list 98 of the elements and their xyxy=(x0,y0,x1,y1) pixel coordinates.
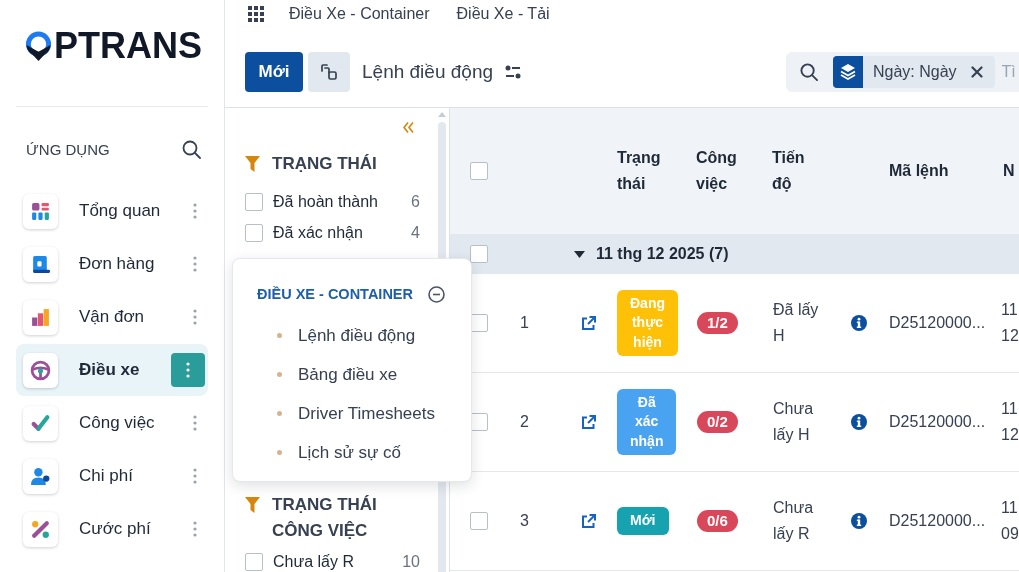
group-label: 11 thg 12 2025 (7) xyxy=(596,245,729,263)
filter-label[interactable]: Đã xác nhận xyxy=(273,223,412,242)
search-icon[interactable] xyxy=(182,139,201,159)
sliders-icon[interactable] xyxy=(505,64,521,80)
apps-grid-icon[interactable] xyxy=(248,6,264,22)
table-cell-text: Chưa lấy H xyxy=(773,399,815,445)
search-icon[interactable] xyxy=(800,63,818,81)
group-row[interactable]: 11 thg 12 2025 (7) xyxy=(450,234,1019,274)
status-badge: Mới xyxy=(617,507,669,535)
filter-group-title: TRẠNG THÁI CÔNG VIỆC xyxy=(272,494,378,542)
toggle-button[interactable] xyxy=(308,52,350,92)
close-icon xyxy=(970,66,983,78)
kebab-icon xyxy=(186,362,190,378)
blocks-icon xyxy=(23,193,58,229)
menu-item[interactable]: Lịch sử sự cố xyxy=(257,433,445,472)
table-cell: D25120000... xyxy=(889,314,986,331)
row-number: 1 xyxy=(520,314,529,331)
menu-section-title: ĐIỀU XE - CONTAINER xyxy=(257,286,414,302)
scroll-up-icon[interactable] xyxy=(438,112,446,117)
info-icon[interactable] xyxy=(851,513,867,529)
checkbox[interactable] xyxy=(470,512,488,530)
filter-count: 6 xyxy=(411,192,420,211)
sidebar-item[interactable]: Chi phí xyxy=(16,450,208,502)
checkbox[interactable] xyxy=(470,245,488,263)
checkbox[interactable] xyxy=(245,223,263,242)
task-count-badge: 0/2 xyxy=(697,411,738,433)
bullet-dot-icon xyxy=(277,450,282,455)
row-number: 3 xyxy=(520,512,529,529)
filter-group-title: TRẠNG THÁI xyxy=(272,153,377,175)
new-button[interactable]: Mới xyxy=(245,52,303,92)
apps-heading: ỨNG DỤNG xyxy=(26,140,110,158)
kebab-icon xyxy=(193,309,197,325)
info-icon[interactable] xyxy=(851,414,867,430)
column-header[interactable]: Công việc xyxy=(690,145,746,197)
menu-item[interactable]: Bảng điều xe xyxy=(257,355,445,394)
menu-item[interactable]: Lệnh điều động xyxy=(257,316,445,355)
nav-link[interactable]: Điều Xe - Tải xyxy=(456,5,550,23)
page-title: Lệnh điều động xyxy=(362,61,493,83)
menu-item[interactable]: Driver Timesheets xyxy=(257,394,445,433)
layers-icon xyxy=(833,56,863,88)
checkbox[interactable] xyxy=(470,162,488,180)
sidebar-item[interactable]: Tổng quan xyxy=(16,185,208,237)
table-cell: D25120000... xyxy=(889,512,986,529)
table-cell: D25120000... xyxy=(889,413,986,430)
nav-link[interactable]: Điều Xe - Container xyxy=(289,5,430,23)
column-header[interactable]: N xyxy=(1000,158,1019,184)
checkbox[interactable] xyxy=(245,552,263,571)
external-link-icon[interactable] xyxy=(580,512,597,530)
column-header[interactable]: Mã lệnh xyxy=(880,158,1000,184)
task-count-badge: 0/6 xyxy=(697,510,738,532)
status-badge: Đã xác nhận xyxy=(617,388,677,456)
steering-wheel-icon xyxy=(23,352,58,388)
funnel-icon xyxy=(245,497,260,513)
table-cell-text: Chưa lấy R xyxy=(773,498,815,544)
percent-icon xyxy=(23,511,58,547)
double-chevron-left-icon[interactable] xyxy=(403,121,414,134)
status-badge: Đang thực hiện xyxy=(617,289,678,357)
kebab-icon xyxy=(193,203,197,219)
column-header[interactable]: Tiến độ xyxy=(765,145,822,197)
sidebar-item[interactable]: Cước phí xyxy=(16,503,208,555)
sidebar-item[interactable]: Điều xe xyxy=(16,344,208,396)
table-cell-text: Đã lấy H xyxy=(773,300,820,346)
checkbox[interactable] xyxy=(245,192,263,211)
search-input[interactable]: Tì xyxy=(1001,63,1019,81)
sidebar-item[interactable]: Công việc xyxy=(16,397,208,449)
minus-circle-icon[interactable] xyxy=(428,285,445,303)
kebab-icon xyxy=(193,256,197,272)
more-button[interactable] xyxy=(171,353,205,387)
bullet-dot-icon xyxy=(277,333,282,338)
table-cell-text: 11 09 xyxy=(1000,498,1019,544)
filter-count: 10 xyxy=(402,552,420,571)
facet-label: Ngày: Ngày xyxy=(872,63,957,81)
sidebar-item[interactable]: Vận đơn xyxy=(16,291,208,343)
sidebar-item[interactable]: Đơn hàng xyxy=(16,238,208,290)
filter-count: 4 xyxy=(411,223,420,242)
row-number: 2 xyxy=(520,413,529,430)
filter-label[interactable]: Chưa lấy R xyxy=(273,552,403,571)
kebab-icon xyxy=(193,468,197,484)
filter-label[interactable]: Đã hoàn thành xyxy=(273,192,412,211)
column-header[interactable]: Trạng thái xyxy=(610,145,667,197)
kebab-icon xyxy=(193,521,197,537)
document-icon xyxy=(23,246,58,282)
table-cell-text: 11 12 xyxy=(1000,399,1019,445)
person-icon xyxy=(23,458,58,494)
table-cell-text: 11 12 xyxy=(1000,300,1019,346)
bar-chart-icon xyxy=(23,299,58,335)
logo-text: PTRANS xyxy=(54,28,202,64)
kebab-icon xyxy=(193,415,197,431)
bullet-dot-icon xyxy=(277,411,282,416)
logo-pin-icon xyxy=(25,30,52,62)
external-link-icon[interactable] xyxy=(580,413,597,431)
linked-squares-icon xyxy=(319,62,339,82)
funnel-icon xyxy=(245,156,260,172)
external-link-icon[interactable] xyxy=(580,314,597,332)
bullet-dot-icon xyxy=(277,372,282,377)
task-count-badge: 1/2 xyxy=(697,312,738,334)
info-icon[interactable] xyxy=(851,315,867,331)
checkmark-icon xyxy=(23,405,58,441)
